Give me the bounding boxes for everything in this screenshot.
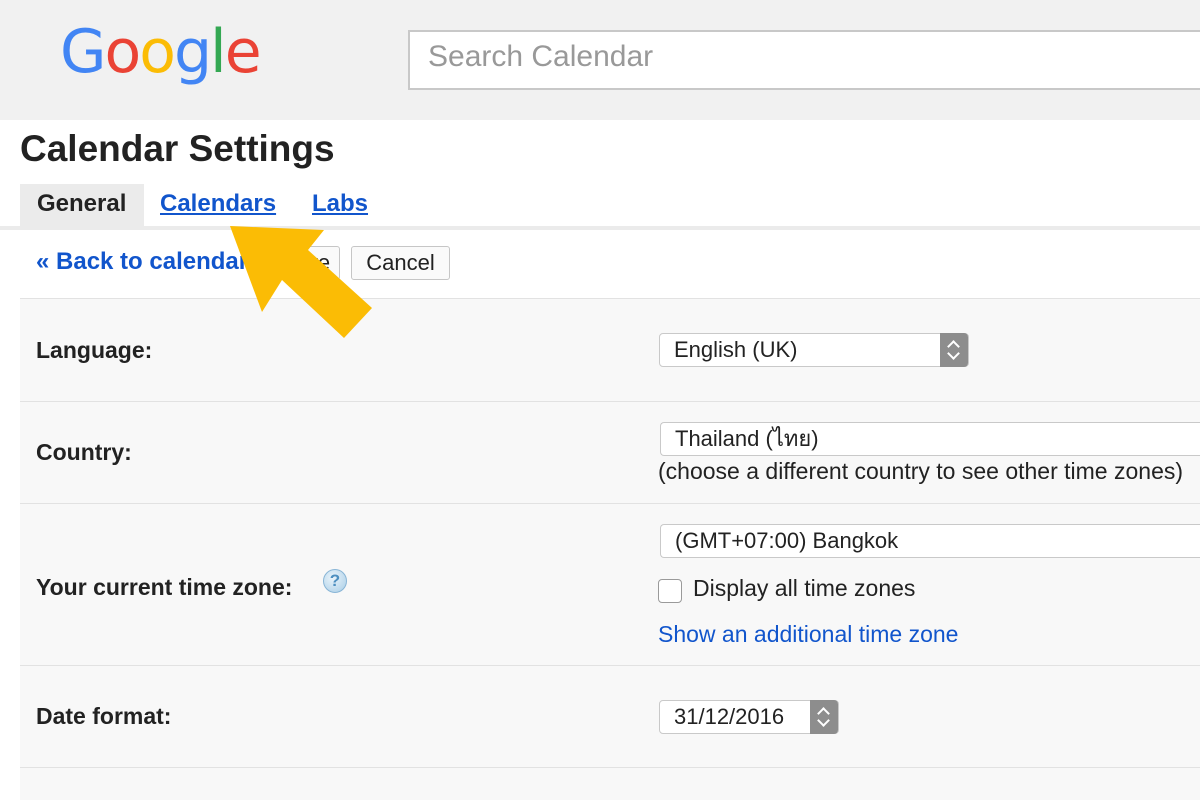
date-format-select[interactable]: 31/12/2016 bbox=[659, 700, 839, 734]
pointer-arrow-icon bbox=[230, 226, 372, 338]
top-bar: Google Search Calendar bbox=[0, 0, 1200, 120]
google-logo[interactable]: Google bbox=[60, 17, 262, 87]
country-row: Country: Thailand (ไทย) (choose a differ… bbox=[20, 402, 1200, 504]
tab-labs[interactable]: Labs bbox=[312, 184, 368, 226]
language-row: Language: English (UK) bbox=[20, 299, 1200, 402]
timezone-value: (GMT+07:00) Bangkok bbox=[675, 528, 899, 553]
language-select[interactable]: English (UK) bbox=[659, 333, 969, 367]
display-all-timezones-checkbox[interactable] bbox=[658, 579, 682, 603]
date-format-value: 31/12/2016 bbox=[674, 704, 785, 729]
date-format-label: Date format: bbox=[36, 703, 172, 729]
language-label: Language: bbox=[36, 337, 153, 363]
country-label: Country: bbox=[36, 439, 132, 465]
logo-letter: G bbox=[60, 17, 106, 87]
timezone-label: Your current time zone: bbox=[36, 574, 293, 600]
page-title: Calendar Settings bbox=[20, 128, 335, 169]
timezone-row: Your current time zone: ? (GMT+07:00) Ba… bbox=[20, 504, 1200, 666]
settings-table: Language: English (UK) Country: Thailand… bbox=[20, 298, 1200, 800]
chevron-up-down-icon bbox=[810, 700, 838, 734]
logo-letter: e bbox=[224, 17, 262, 87]
logo-letter: g bbox=[173, 17, 212, 87]
tab-calendars[interactable]: Calendars bbox=[160, 184, 276, 226]
search-input[interactable]: Search Calendar bbox=[408, 30, 1200, 90]
country-note: (choose a different country to see other… bbox=[658, 458, 1184, 484]
logo-letter: l bbox=[210, 17, 227, 87]
logo-letter: o bbox=[104, 17, 142, 87]
chevron-up-down-icon bbox=[940, 333, 968, 367]
tab-general[interactable]: General bbox=[20, 184, 144, 226]
back-to-calendar-link[interactable]: « Back to calendar bbox=[36, 248, 248, 276]
country-select[interactable]: Thailand (ไทย) bbox=[660, 422, 1200, 456]
timezone-select[interactable]: (GMT+07:00) Bangkok bbox=[660, 524, 1200, 558]
display-all-timezones-label[interactable]: Display all time zones bbox=[693, 575, 915, 602]
additional-timezone-link[interactable]: Show an additional time zone bbox=[658, 621, 958, 648]
tab-divider bbox=[0, 226, 1200, 230]
logo-letter: o bbox=[139, 17, 176, 87]
date-format-row: Date format: 31/12/2016 bbox=[20, 666, 1200, 768]
country-value: Thailand (ไทย) bbox=[675, 426, 819, 451]
language-value: English (UK) bbox=[674, 337, 798, 362]
help-icon[interactable]: ? bbox=[323, 569, 347, 593]
